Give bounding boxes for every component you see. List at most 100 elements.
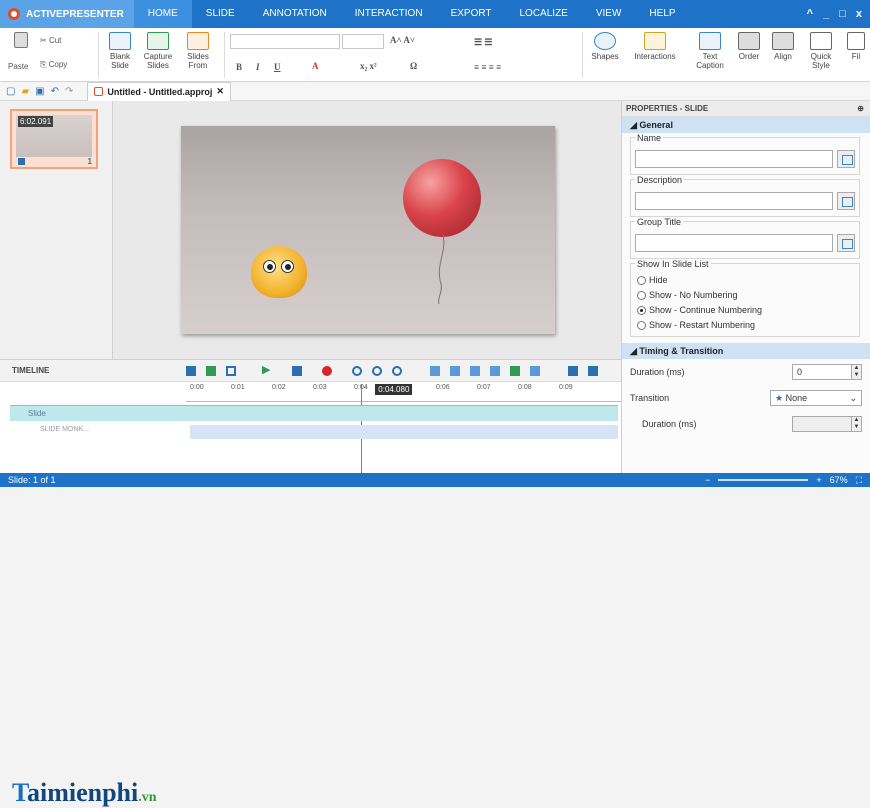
- zoom-slider[interactable]: [718, 479, 809, 481]
- document-tab[interactable]: Untitled - Untitled.approj ✕: [87, 81, 231, 101]
- zoom-fit-icon[interactable]: [392, 366, 402, 376]
- yellow-monster-image[interactable]: [251, 246, 307, 298]
- app-button[interactable]: ACTIVEPRESENTER: [0, 0, 134, 28]
- underline-icon[interactable]: U: [274, 62, 281, 72]
- quick-style-button[interactable]: Quick Style: [804, 32, 838, 70]
- duration-input[interactable]: 0 ▲ ▼: [792, 364, 862, 380]
- symbol-icon[interactable]: Ω: [410, 61, 417, 71]
- slides-from-button[interactable]: Slides From: [180, 32, 216, 70]
- volume-icon[interactable]: [510, 366, 520, 376]
- cut-button[interactable]: ✂ Cut: [40, 36, 61, 45]
- save-icon[interactable]: ▣: [35, 86, 44, 97]
- general-section-header[interactable]: ◢ General: [622, 117, 870, 133]
- blank-slide-button[interactable]: Blank Slide: [104, 32, 136, 70]
- star-icon: ★: [775, 392, 784, 403]
- open-folder-icon[interactable]: ▰: [21, 86, 29, 97]
- bullets-icon[interactable]: ☰ ☰: [474, 37, 492, 48]
- timeline-view-icon[interactable]: [186, 366, 196, 376]
- font-color-icon[interactable]: A: [312, 61, 319, 71]
- description-input[interactable]: [635, 192, 833, 210]
- fit-window-icon[interactable]: ⛶: [856, 475, 862, 486]
- menu-localize[interactable]: LOCALIZE: [506, 0, 582, 28]
- watermark-logo: Taimienphi.vn: [12, 778, 157, 808]
- slides-from-label-1: Slides: [187, 52, 209, 61]
- menu-slide[interactable]: SLIDE: [192, 0, 249, 28]
- stop-icon[interactable]: [292, 366, 302, 376]
- text-caption-button[interactable]: Text Caption: [690, 32, 730, 70]
- edit-name-icon[interactable]: [837, 150, 855, 168]
- fill-label: Fil: [851, 52, 861, 61]
- new-file-icon[interactable]: ▢: [6, 86, 15, 97]
- minimize-icon[interactable]: _: [823, 8, 829, 20]
- shapes-button[interactable]: Shapes: [588, 32, 622, 61]
- delete-time-icon[interactable]: [490, 366, 500, 376]
- zoom-in-button[interactable]: +: [816, 475, 821, 485]
- menu-home[interactable]: HOME: [133, 0, 192, 28]
- name-group: Name: [630, 133, 860, 175]
- timeline-loop-icon[interactable]: [226, 366, 236, 376]
- order-button[interactable]: Order: [734, 32, 764, 61]
- duration-spinner-icon[interactable]: ▲ ▼: [851, 365, 861, 379]
- capture-slides-button[interactable]: Capture Slides: [140, 32, 176, 70]
- fill-button[interactable]: Fil: [844, 32, 868, 61]
- menu-annotation[interactable]: ANNOTATION: [249, 0, 341, 28]
- group-title-input[interactable]: [635, 234, 833, 252]
- red-balloon-image[interactable]: [403, 159, 481, 237]
- join-icon[interactable]: [450, 366, 460, 376]
- collapse-ribbon-icon[interactable]: ^: [807, 8, 813, 20]
- zoom-out-button[interactable]: −: [705, 475, 710, 485]
- transition-select[interactable]: ★ None ⌄: [770, 390, 862, 406]
- radio-hide[interactable]: Hide: [637, 275, 855, 285]
- zoom-out-icon[interactable]: [372, 366, 382, 376]
- copy-button[interactable]: ⎘ Copy: [40, 60, 67, 70]
- edit-description-icon[interactable]: [837, 192, 855, 210]
- slide-canvas[interactable]: [181, 126, 555, 334]
- transition-duration-spinner-icon[interactable]: ▲ ▼: [851, 417, 861, 431]
- menu-help[interactable]: HELP: [635, 0, 689, 28]
- timeline-zoom-icon[interactable]: [206, 366, 216, 376]
- bold-icon[interactable]: B: [236, 62, 242, 72]
- redo-icon[interactable]: ↷: [65, 86, 73, 97]
- split-icon[interactable]: [430, 366, 440, 376]
- percent-icon[interactable]: [530, 366, 540, 376]
- insert-time-icon[interactable]: [470, 366, 480, 376]
- align-text-icon[interactable]: ≡ ≡ ≡ ≡: [474, 62, 501, 72]
- timeline-options-icon[interactable]: [568, 366, 578, 376]
- font-size-select[interactable]: [342, 34, 384, 49]
- font-family-select[interactable]: [230, 34, 340, 49]
- undo-icon[interactable]: ↶: [51, 86, 59, 97]
- interactions-label: Interactions: [634, 52, 676, 61]
- ribbon-separator: [582, 32, 583, 78]
- pin-icon[interactable]: ⊕: [857, 101, 870, 117]
- font-grow-icon[interactable]: A˄ A˅: [390, 35, 415, 45]
- interactions-button[interactable]: Interactions: [626, 32, 684, 61]
- close-tab-icon[interactable]: ✕: [216, 86, 224, 97]
- edit-group-title-icon[interactable]: [837, 234, 855, 252]
- close-icon[interactable]: x: [856, 8, 862, 20]
- paste-button[interactable]: [8, 32, 34, 50]
- menu-interaction[interactable]: INTERACTION: [341, 0, 437, 28]
- timeline-layout-icon[interactable]: [588, 366, 598, 376]
- monster-eye-left: [263, 260, 276, 273]
- transition-duration-input[interactable]: ▲ ▼: [792, 416, 862, 432]
- order-label: Order: [738, 52, 760, 61]
- quick-style-label-2: Style: [812, 61, 830, 70]
- name-input[interactable]: [635, 150, 833, 168]
- subscript-icon[interactable]: x₂ x²: [360, 61, 377, 71]
- menu-export[interactable]: EXPORT: [437, 0, 506, 28]
- record-icon[interactable]: [322, 366, 332, 376]
- maximize-icon[interactable]: □: [839, 8, 846, 20]
- zoom-in-icon[interactable]: [352, 366, 362, 376]
- radio-restart-numbering[interactable]: Show - Restart Numbering: [637, 320, 855, 330]
- radio-no-numbering[interactable]: Show - No Numbering: [637, 290, 855, 300]
- italic-icon[interactable]: I: [256, 62, 260, 72]
- radio-continue-numbering[interactable]: Show - Continue Numbering: [637, 305, 855, 315]
- properties-header: PROPERTIES - SLIDE ⊕: [622, 101, 870, 117]
- align-button[interactable]: Align: [768, 32, 798, 61]
- timing-section-header[interactable]: ◢ Timing & Transition: [622, 343, 870, 359]
- audio-track[interactable]: [190, 425, 618, 439]
- play-icon[interactable]: ▶: [262, 363, 272, 376]
- slide-thumbnail[interactable]: 6:02.091 1: [10, 109, 98, 169]
- slide-track[interactable]: Slide: [10, 405, 618, 421]
- menu-view[interactable]: VIEW: [582, 0, 636, 28]
